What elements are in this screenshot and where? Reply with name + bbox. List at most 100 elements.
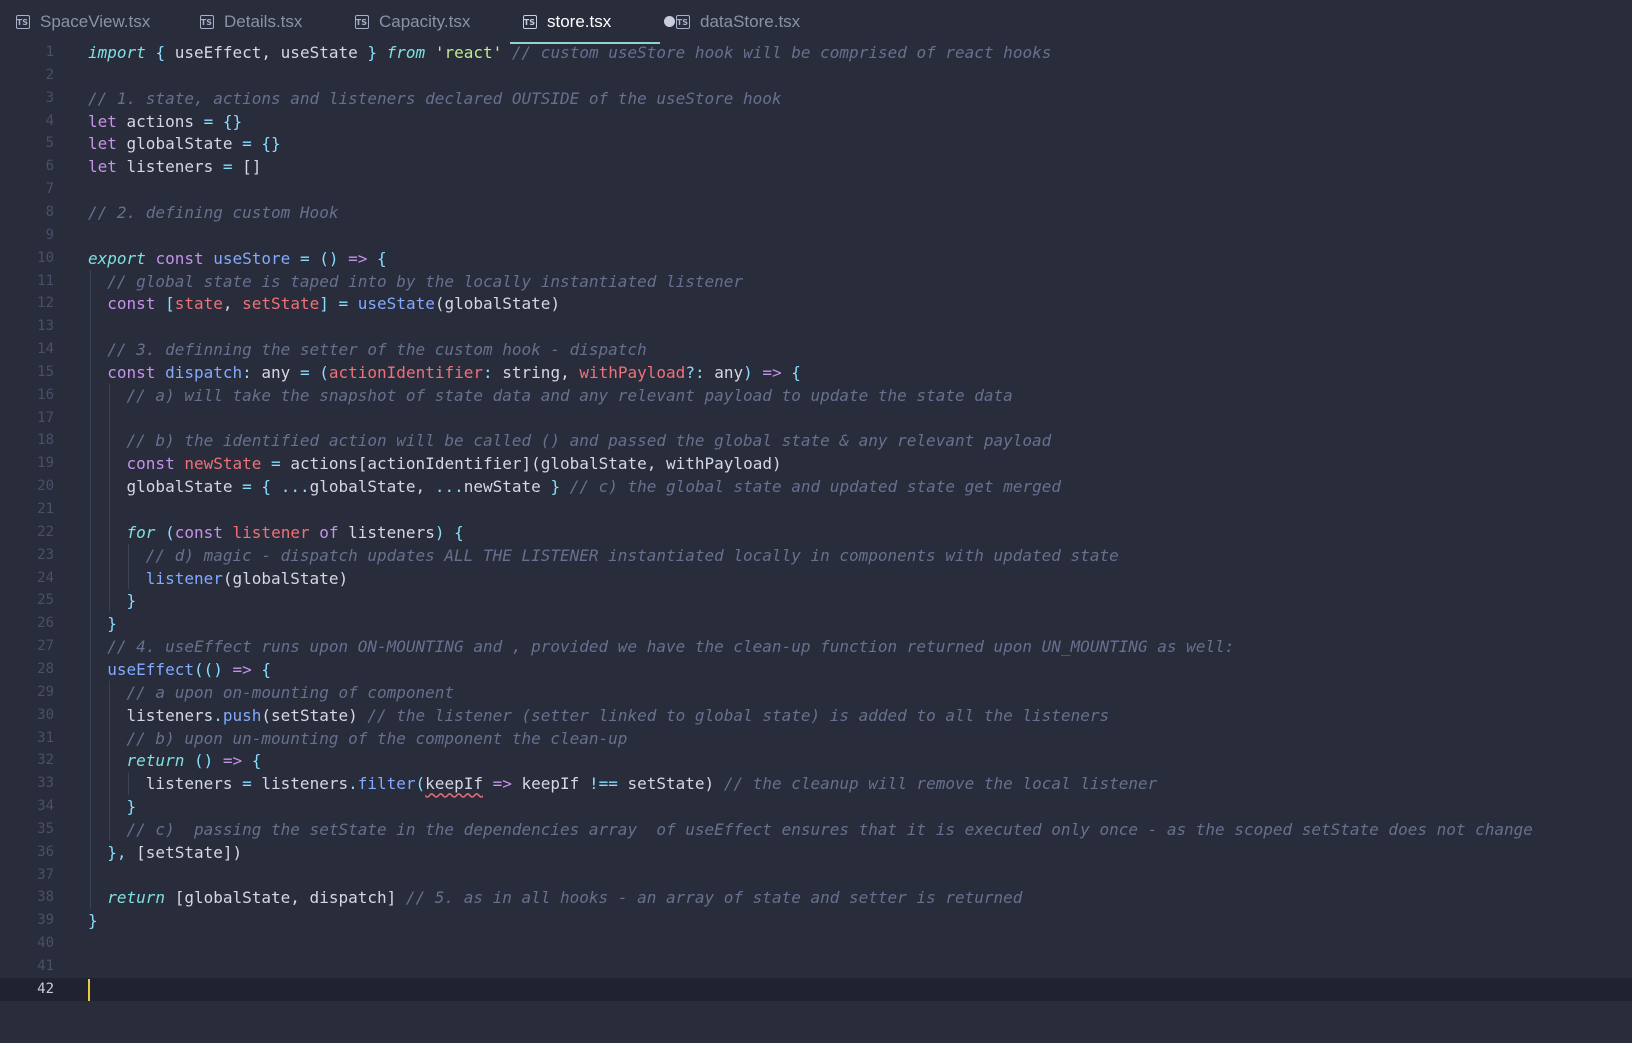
code-line[interactable]: 11 // global state is taped into by the … (0, 270, 1632, 294)
code-line[interactable]: 12 const [state, setState] = useState(gl… (0, 292, 1632, 316)
code-text: // b) the identified action will be call… (126, 431, 1052, 451)
tab-details[interactable]: TS Details.tsx (200, 0, 302, 44)
line-number: 2 (45, 66, 54, 83)
code-line[interactable]: 40 (0, 932, 1632, 956)
line-number: 18 (37, 432, 54, 449)
line-number: 25 (37, 592, 54, 609)
code-text: for (const listener of listeners) { (126, 522, 464, 542)
code-text: let actions = {} (88, 111, 243, 131)
code-line[interactable]: 19 const newState = actions[actionIdenti… (0, 452, 1632, 476)
line-number: 12 (37, 295, 54, 312)
code-text: const dispatch: any = (actionIdentifier:… (107, 362, 801, 382)
code-text: // a upon on-mounting of component (126, 682, 455, 702)
code-text: export const useStore = () => { (88, 248, 387, 268)
line-number: 39 (37, 912, 54, 929)
line-number: 1 (45, 44, 54, 60)
tab-label: SpaceView.tsx (40, 12, 151, 31)
line-number: 5 (45, 135, 54, 152)
code-line[interactable]: 39} (0, 909, 1632, 933)
code-text: } (126, 797, 137, 817)
code-text: listeners.push(setState) // the listener… (88, 705, 1110, 725)
code-line[interactable]: 20 globalState = { ...globalState, ...ne… (0, 475, 1632, 499)
code-text: // d) magic - dispatch updates ALL THE L… (145, 545, 1119, 565)
indent-guide (128, 543, 129, 590)
code-line[interactable]: 41 (0, 955, 1632, 979)
code-line[interactable]: 35 // c) passing the setState in the dep… (0, 818, 1632, 842)
code-line[interactable]: 37 (0, 864, 1632, 888)
typescript-file-icon: TS (676, 15, 690, 29)
typescript-file-icon: TS (523, 15, 537, 29)
code-line[interactable]: 32 return () => { (0, 749, 1632, 773)
code-text: // a) will take the snapshot of state da… (126, 385, 1013, 405)
code-line[interactable]: 1 import { useEffect, useState } from 're… (0, 41, 1632, 65)
code-line[interactable]: 26 } (0, 612, 1632, 636)
tab-capacity[interactable]: TS Capacity.tsx (355, 0, 470, 44)
line-number: 13 (37, 318, 54, 335)
code-line[interactable]: 10 export const useStore = () => { (0, 247, 1632, 271)
tab-label: Details.tsx (224, 12, 303, 31)
code-line[interactable]: 36 }, [setState]) (0, 841, 1632, 865)
code-line[interactable]: 2 (0, 64, 1632, 88)
code-line[interactable]: 9 (0, 224, 1632, 248)
line-number: 37 (37, 866, 54, 883)
line-number: 42 (37, 980, 54, 997)
tab-spaceview[interactable]: TS SpaceView.tsx (16, 0, 150, 44)
code-line[interactable]: 16 // a) will take the snapshot of state… (0, 384, 1632, 408)
code-line[interactable]: 22 for (const listener of listeners) { (0, 521, 1632, 545)
code-text: // 1. state, actions and listeners decla… (88, 88, 782, 108)
code-text: return [globalState, dispatch] // 5. as … (107, 888, 1023, 908)
indent-guide (109, 383, 110, 613)
line-number: 9 (45, 226, 54, 243)
line-number: 34 (37, 798, 54, 815)
code-editor[interactable]: 1 import { useEffect, useState } from 're… (0, 41, 1632, 1043)
code-line[interactable]: 17 (0, 407, 1632, 431)
typescript-file-icon: TS (200, 15, 214, 29)
code-text: } (126, 591, 137, 611)
line-number: 10 (37, 249, 54, 266)
code-line[interactable]: 8 // 2. defining custom Hook (0, 201, 1632, 225)
code-line[interactable]: 27 // 4. useEffect runs upon ON-MOUNTING… (0, 635, 1632, 659)
code-line[interactable]: 15 const dispatch: any = (actionIdentifi… (0, 361, 1632, 385)
code-line[interactable]: 38 return [globalState, dispatch] // 5. … (0, 886, 1632, 910)
code-line[interactable]: 29 // a upon on-mounting of component (0, 681, 1632, 705)
tab-label: dataStore.tsx (700, 12, 801, 31)
typescript-file-icon: TS (355, 15, 369, 29)
code-line[interactable]: 31 // b) upon un-mounting of the compone… (0, 727, 1632, 751)
code-line[interactable]: 4 let actions = {} (0, 110, 1632, 134)
code-line[interactable]: 33 listeners = listeners.filter(keepIf =… (0, 772, 1632, 796)
line-number: 32 (37, 752, 54, 769)
code-line[interactable]: 30 listeners.push(setState) // the liste… (0, 704, 1632, 728)
code-line[interactable]: 34 } (0, 795, 1632, 819)
line-number: 40 (37, 935, 54, 952)
code-line[interactable]: 14 // 3. definning the setter of the cus… (0, 338, 1632, 362)
line-number: 3 (45, 89, 54, 106)
tab-datastore[interactable]: TS dataStore.tsx (676, 0, 800, 44)
tab-store[interactable]: TS store.tsx (510, 0, 660, 44)
line-number: 33 (37, 775, 54, 792)
code-line[interactable]: 23 // d) magic - dispatch updates ALL TH… (0, 544, 1632, 568)
code-line[interactable]: 5 let globalState = {} (0, 132, 1632, 156)
line-number: 15 (37, 363, 54, 380)
code-line[interactable]: 28 useEffect(() => { (0, 658, 1632, 682)
tab-label: Capacity.tsx (379, 12, 471, 31)
code-line[interactable]: 25 } (0, 589, 1632, 613)
code-text: // 2. defining custom Hook (88, 202, 339, 222)
code-line[interactable]: 21 (0, 498, 1632, 522)
line-number: 30 (37, 706, 54, 723)
code-line[interactable]: 13 (0, 315, 1632, 339)
code-line[interactable]: 18 // b) the identified action will be c… (0, 429, 1632, 453)
code-line[interactable]: 3 // 1. state, actions and listeners decl… (0, 87, 1632, 111)
code-line[interactable]: 42 (0, 977, 1632, 1002)
code-line[interactable]: 7 (0, 178, 1632, 202)
line-number: 22 (37, 523, 54, 540)
code-text: // c) passing the setState in the depend… (126, 819, 1533, 839)
tab-label: store.tsx (547, 12, 612, 31)
code-line[interactable]: 24 listener(globalState) (0, 567, 1632, 591)
tab-bar: TS SpaceView.tsx TS Details.tsx TS Capac… (0, 0, 1632, 44)
code-text: }, [setState]) (107, 842, 243, 862)
line-number: 17 (37, 409, 54, 426)
unsaved-changes-dot-icon[interactable] (664, 16, 675, 27)
text-cursor (88, 978, 90, 1001)
code-line[interactable]: 6 let listeners = [] (0, 155, 1632, 179)
code-text: useEffect(() => { (107, 659, 272, 679)
